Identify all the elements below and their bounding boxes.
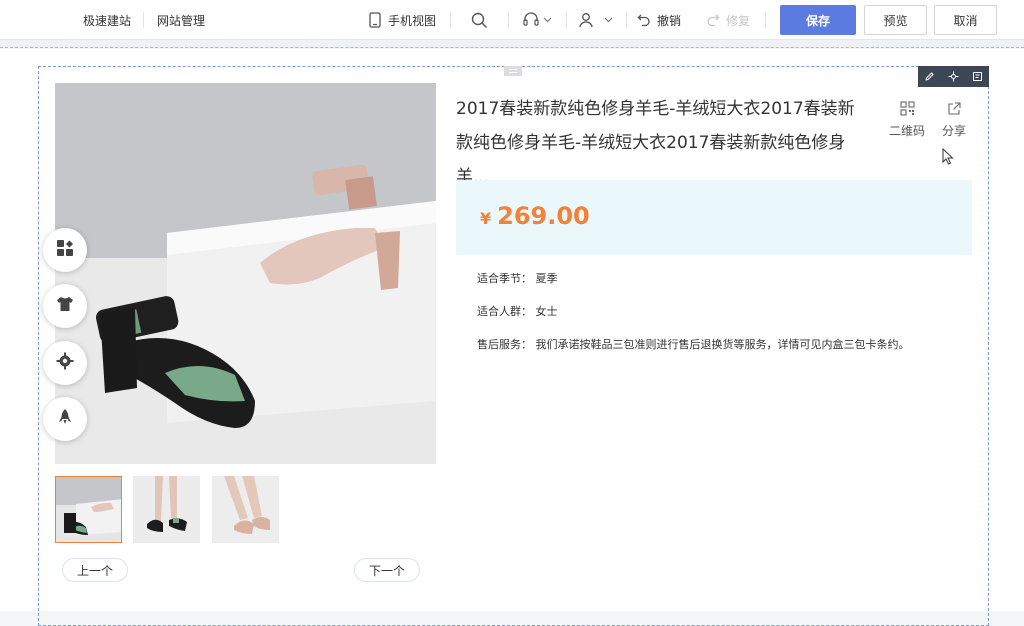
divider: [566, 12, 567, 28]
prev-button[interactable]: 上一个: [62, 558, 128, 582]
attribute-key: 适合季节：: [477, 272, 532, 285]
redo-button[interactable]: 修复: [706, 10, 750, 30]
top-toolbar: 极速建站 网站管理 手机视图 撤销 修复 保存 预览 取消: [0, 0, 1024, 40]
chevron-down-icon: [543, 17, 552, 23]
price-value: 269.00: [497, 202, 590, 230]
undo-label: 撤销: [657, 13, 682, 28]
divider: [765, 12, 766, 28]
attribute-value: 夏季: [535, 272, 558, 285]
share-button[interactable]: 分享: [934, 101, 974, 139]
next-button[interactable]: 下一个: [354, 558, 420, 582]
divider: [450, 12, 451, 28]
divider: [143, 12, 144, 28]
product-thumbnail-3[interactable]: [212, 476, 279, 543]
settings-panel-icon[interactable]: [972, 71, 983, 82]
quick-build-link[interactable]: 极速建站: [83, 12, 131, 29]
price-panel: ¥ 269.00: [456, 180, 972, 255]
divider: [508, 12, 509, 28]
product-title: 2017春装新款纯色修身羊毛-羊绒短大衣2017春装新款纯色修身羊毛-羊绒短大衣…: [456, 99, 855, 187]
gear-icon: [56, 352, 74, 374]
site-manage-link[interactable]: 网站管理: [157, 12, 205, 29]
qrcode-button[interactable]: 二维码: [887, 101, 927, 139]
undo-button[interactable]: 撤销: [637, 10, 681, 30]
search-icon: [471, 12, 488, 29]
theme-button[interactable]: [43, 284, 87, 328]
attribute-value: 女士: [535, 305, 558, 318]
search-button[interactable]: [471, 10, 488, 30]
user-icon: [578, 12, 594, 28]
redo-icon: [706, 13, 720, 27]
account-dropdown[interactable]: [578, 10, 613, 30]
attribute-service: 售后服务： 我们承诺按鞋品三包准则进行售后退换货等服务，详情可见内盒三包卡条约。: [477, 336, 910, 352]
qrcode-icon: [899, 101, 915, 119]
currency-symbol: ¥: [480, 209, 492, 228]
product-thumbnail-1[interactable]: [55, 476, 122, 543]
preview-button[interactable]: 预览: [864, 5, 927, 35]
divider: [626, 12, 627, 28]
edit-icon[interactable]: [924, 71, 935, 82]
style-icon[interactable]: [948, 71, 959, 82]
module-toolbar: [918, 66, 989, 87]
cancel-button[interactable]: 取消: [934, 5, 997, 35]
cursor-icon: [942, 147, 954, 169]
redo-label: 修复: [726, 13, 751, 28]
chevron-down-icon: [604, 17, 613, 23]
rocket-icon: [56, 408, 74, 430]
attribute-key: 售后服务：: [477, 338, 532, 351]
drag-handle[interactable]: [504, 66, 522, 76]
undo-icon: [637, 13, 651, 27]
headset-icon: [522, 12, 540, 28]
product-thumbnail-2[interactable]: [133, 476, 200, 543]
attribute-value: 我们承诺按鞋品三包准则进行售后退换货等服务，详情可见内盒三包卡条约。: [535, 338, 910, 351]
share-icon: [947, 101, 962, 119]
phone-icon: [368, 12, 382, 28]
publish-button[interactable]: [43, 397, 87, 441]
attribute-season: 适合季节： 夏季: [477, 270, 558, 286]
components-button[interactable]: [43, 228, 87, 272]
support-dropdown[interactable]: [522, 10, 552, 30]
settings-button[interactable]: [43, 341, 87, 385]
save-button[interactable]: 保存: [780, 5, 856, 35]
share-label: 分享: [941, 124, 966, 138]
shirt-icon: [56, 295, 74, 317]
mobile-view-label: 手机视图: [388, 13, 437, 28]
grid-add-icon: [56, 239, 74, 261]
drag-handle-icon: [509, 69, 517, 73]
product-main-image[interactable]: [55, 83, 436, 464]
attribute-key: 适合人群：: [477, 305, 532, 318]
canvas-header-strip: [0, 40, 1024, 48]
mobile-view-button[interactable]: 手机视图: [368, 10, 436, 30]
product-price: ¥ 269.00: [480, 202, 590, 230]
qrcode-label: 二维码: [888, 124, 925, 138]
attribute-audience: 适合人群： 女士: [477, 303, 558, 319]
